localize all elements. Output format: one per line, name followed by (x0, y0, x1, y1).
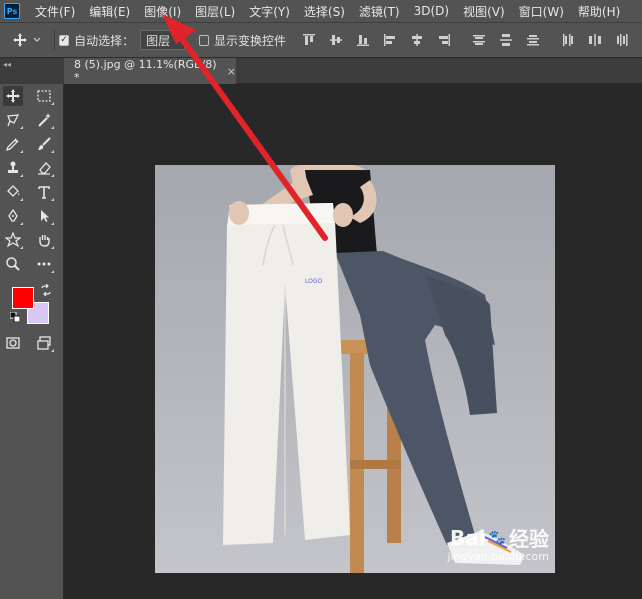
swap-colors-icon[interactable] (40, 284, 52, 296)
document-tab[interactable]: 8 (5).jpg @ 11.1%(RGB/8) * × (64, 58, 236, 84)
screen-mode-icon[interactable] (34, 333, 54, 353)
distribute-top-edges-icon[interactable] (472, 33, 486, 47)
menu-bar: Ps 文件(F) 编辑(E) 图像(I) 图层(L) 文字(Y) 选择(S) 滤… (0, 0, 642, 22)
menu-file[interactable]: 文件(F) (28, 3, 82, 20)
watermark-url: jingyan.baidu.com (447, 550, 549, 563)
align-right-edges-icon[interactable] (437, 33, 451, 47)
auto-select-label: 自动选择： (74, 33, 135, 48)
eyedropper-icon[interactable] (3, 134, 23, 154)
menu-help[interactable]: 帮助(H) (571, 3, 627, 20)
brush-icon[interactable] (34, 134, 54, 154)
clone-stamp-icon[interactable] (3, 158, 23, 178)
align-bottom-edges-icon[interactable] (356, 33, 370, 47)
paint-bucket-icon[interactable] (3, 182, 23, 202)
distribute-left-edges-icon[interactable] (561, 33, 575, 47)
watermark-brand-suffix: 经验 (509, 527, 549, 551)
baidu-paw-icon: 🐾 (488, 529, 506, 546)
baidu-watermark: Bai 🐾 经验 jingyan.baidu.com (447, 523, 549, 564)
eraser-icon[interactable] (34, 158, 54, 178)
rectangular-marquee-icon[interactable] (34, 86, 54, 106)
pen-tool-icon[interactable] (3, 206, 23, 226)
path-selection-icon[interactable] (34, 206, 54, 226)
foreground-color-swatch[interactable] (12, 287, 34, 309)
auto-select-target-dropdown[interactable]: 图层 (140, 30, 185, 50)
lasso-icon[interactable] (3, 110, 23, 130)
watermark-brand: Bai (449, 525, 486, 550)
menu-filter[interactable]: 滤镜(T) (352, 3, 407, 20)
magic-wand-icon[interactable] (34, 110, 54, 130)
separator (54, 30, 55, 50)
collapse-panel-icon[interactable]: ◂◂ (3, 60, 11, 69)
options-bar: ✓ 自动选择： 图层 显示变换控件 (0, 22, 642, 58)
align-top-edges-icon[interactable] (302, 33, 316, 47)
photoshop-logo: Ps (4, 3, 20, 19)
toolbox (0, 84, 64, 599)
show-transform-checkbox[interactable] (198, 34, 209, 46)
move-tool-icon[interactable] (3, 86, 23, 106)
align-left-edges-icon[interactable] (383, 33, 397, 47)
menu-view[interactable]: 视图(V) (456, 3, 512, 20)
auto-select-checkbox[interactable]: ✓ (59, 34, 70, 46)
menu-3d[interactable]: 3D(D) (407, 4, 456, 18)
menu-image[interactable]: 图像(I) (137, 3, 188, 20)
hand-tool-icon[interactable] (34, 230, 54, 250)
move-tool-preset[interactable] (12, 32, 50, 48)
menu-window[interactable]: 窗口(W) (512, 3, 571, 20)
distribute-right-edges-icon[interactable] (615, 33, 629, 47)
document-tab-bar: 8 (5).jpg @ 11.1%(RGB/8) * × (64, 58, 642, 84)
svg-text:LOGO: LOGO (305, 278, 323, 285)
zoom-tool-icon[interactable] (3, 254, 23, 274)
quick-mask-icon[interactable] (3, 333, 23, 353)
document-tab-title: 8 (5).jpg @ 11.1%(RGB/8) * (74, 58, 217, 84)
more-tools-icon[interactable] (34, 254, 54, 274)
align-horizontal-centers-icon[interactable] (410, 33, 424, 47)
align-vertical-centers-icon[interactable] (329, 33, 343, 47)
custom-shape-icon[interactable] (3, 230, 23, 250)
menu-layer[interactable]: 图层(L) (188, 3, 242, 20)
move-icon (13, 33, 27, 47)
chevron-down-icon (33, 37, 41, 42)
show-transform-label: 显示变换控件 (213, 33, 286, 48)
distribute-horizontal-centers-icon[interactable] (588, 33, 602, 47)
type-tool-icon[interactable] (34, 182, 54, 202)
menu-type[interactable]: 文字(Y) (242, 3, 297, 20)
align-buttons (302, 33, 642, 47)
document-canvas-image[interactable]: LOGO Bai 🐾 经验 jingyan.baidu.com (155, 165, 555, 573)
close-document-icon[interactable]: × (227, 65, 236, 78)
product-photo: LOGO (155, 165, 555, 573)
distribute-vertical-centers-icon[interactable] (499, 33, 513, 47)
default-colors-icon[interactable] (10, 312, 20, 322)
menu-select[interactable]: 选择(S) (297, 3, 352, 20)
menu-edit[interactable]: 编辑(E) (82, 3, 137, 20)
distribute-bottom-edges-icon[interactable] (526, 33, 540, 47)
